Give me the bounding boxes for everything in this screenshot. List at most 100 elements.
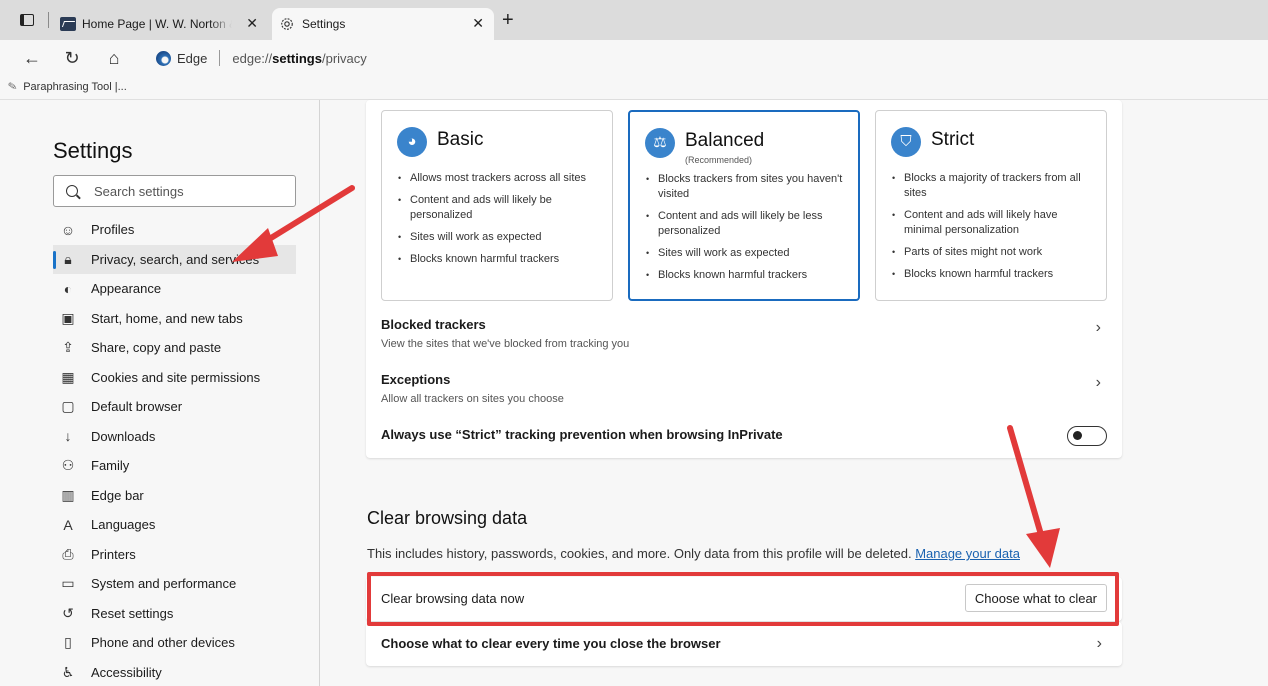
sidebar-item-edge-bar[interactable]: ▥ Edge bar [53,481,296,511]
row-title: Exceptions [381,372,451,387]
choose-what-to-clear-button[interactable]: Choose what to clear [964,584,1107,612]
sidebar-item-appearance[interactable]: ◐ Appearance [53,274,296,304]
sidebar-item-label: Privacy, search, and services [91,251,260,267]
chevron-right-icon: › [1095,374,1101,391]
back-icon[interactable]: ← [22,48,42,68]
profile-icon: ☺ [60,221,76,238]
sidebar-item-profiles[interactable]: ☺ Profiles [53,215,296,245]
close-tab-icon[interactable]: ✕ [246,16,258,30]
exceptions-row[interactable]: Exceptions Allow all trackers on sites y… [381,372,1107,405]
sidebar-item-languages[interactable]: A Languages [53,510,296,540]
laptop-icon: ▭ [61,575,75,592]
level-bullets: Blocks a majority of trackers from all s… [890,171,1095,289]
sidebar-item-cookies-and-site-permissions[interactable]: ▦ Cookies and site permissions [53,363,296,393]
download-icon: ↓ [64,428,72,445]
bullet: Content and ads will likely be less pers… [644,209,849,239]
share-icon: ⇪ [62,339,74,356]
edge-logo-icon [156,50,171,66]
level-bullets: Blocks trackers from sites you haven't v… [644,172,849,290]
manage-your-data-link[interactable]: Manage your data [915,546,1020,561]
sidebar-item-label: Share, copy and paste [91,340,222,356]
sidebar-item-label: Accessibility [91,664,162,680]
main-content: ◕ Basic Allows most trackers across all … [321,100,1268,686]
sidebar-item-accessibility[interactable]: ♿ Accessibility [53,658,296,686]
row-description: View the sites that we've blocked from t… [381,338,630,350]
new-tab-icon[interactable]: + [502,10,514,30]
edge-bar-icon: ▥ [61,486,75,503]
level-bullets: Allows most trackers across all sites Co… [396,171,601,274]
sidebar-item-family[interactable]: ⚇ Family [53,451,296,481]
tab-norton[interactable]: Home Page | W. W. Norton & Co ✕ [58,8,268,40]
level-balanced-card[interactable]: ⚖ Balanced (Recommended) Blocks trackers… [628,110,860,301]
address-label: Edge [177,50,208,66]
home-icon[interactable]: ⌂ [104,48,124,68]
blocked-trackers-row[interactable]: Blocked trackers View the sites that we'… [381,317,1107,350]
sidebar-item-label: Languages [91,517,156,533]
sidebar-item-reset-settings[interactable]: ↺ Reset settings [53,599,296,629]
tab-settings[interactable]: Settings ✕ [272,8,494,40]
accessibility-icon: ♿ [61,663,75,680]
lock-icon: 🔒︎ [64,250,72,267]
tab-strip: Home Page | W. W. Norton & Co ✕ Settings… [0,0,1268,40]
bullet: Allows most trackers across all sites [396,171,601,186]
sidebar-item-printers[interactable]: ⎙ Printers [53,540,296,570]
level-name: Balanced [685,130,765,151]
sidebar-item-label: Reset settings [91,605,174,621]
sidebar-item-system-and-performance[interactable]: ▭ System and performance [53,569,296,599]
tab-divider [48,12,49,28]
printer-icon: ⎙ [62,545,74,562]
languages-icon: A [63,516,73,533]
close-tab-icon[interactable]: ✕ [472,16,484,30]
search-icon [66,185,78,197]
sidebar-item-phone-and-other-devices[interactable]: ▯ Phone and other devices [53,628,296,658]
palette-icon: ◐ [63,280,73,297]
row-title: Always use “Strict” tracking prevention … [381,427,783,442]
pencil-icon: ✎ [7,80,19,94]
tab-actions-icon[interactable] [20,14,34,26]
address-bar[interactable]: Edge edge://settings/privacy [146,45,1256,71]
address-url[interactable]: edge://settings/privacy [232,51,366,66]
reset-icon: ↺ [62,604,74,621]
bullet: Blocks known harmful trackers [890,267,1095,282]
sidebar-item-privacy-search-and-services[interactable]: 🔒︎ Privacy, search, and services [53,244,296,274]
row-title: Blocked trackers [381,317,486,332]
level-name: Basic [437,129,484,150]
sidebar-item-share-copy-and-paste[interactable]: ⇪ Share, copy and paste [53,333,296,363]
settings-nav: ☺ Profiles 🔒︎ Privacy, search, and services… [53,215,296,686]
clear-on-close-row[interactable]: Choose what to clear every time you clos… [366,622,1122,666]
chevron-right-icon: › [1095,319,1101,336]
level-basic-card[interactable]: ◕ Basic Allows most trackers across all … [381,110,613,301]
sidebar-item-default-browser[interactable]: ▢ Default browser [53,392,296,422]
refresh-icon[interactable]: ↻ [62,48,82,68]
bullet: Sites will work as expected [644,246,849,261]
tab-title: Home Page | W. W. Norton & Co [82,17,232,31]
level-strict-card[interactable]: ⛉ Strict Blocks a majority of trackers f… [875,110,1107,301]
search-settings-input[interactable]: Search settings [53,175,296,207]
row-label: Choose what to clear every time you clos… [381,636,721,651]
browser-icon: ▢ [61,398,75,415]
cookies-icon: ▦ [61,368,75,385]
row-description: Allow all trackers on sites you choose [381,393,564,405]
sidebar-item-label: Printers [91,546,136,562]
sidebar-item-label: Start, home, and new tabs [91,310,243,326]
address-divider [219,50,221,66]
level-recommended: (Recommended) [685,155,753,165]
norton-favicon-icon [60,17,76,31]
row-label: Clear browsing data now [381,591,525,606]
settings-title: Settings [53,138,133,163]
favorite-paraphrasing-tool[interactable]: ✎ Paraphrasing Tool |... [7,80,127,94]
sidebar-item-label: Downloads [91,428,156,444]
gear-icon [281,18,293,30]
chevron-right-icon: › [1096,635,1102,652]
bullet: Sites will work as expected [396,230,601,245]
favorite-label: Paraphrasing Tool |... [23,80,127,93]
bullet: Content and ads will likely have minimal… [890,208,1095,238]
sidebar-item-downloads[interactable]: ↓ Downloads [53,422,296,452]
tracking-prevention-card: ◕ Basic Allows most trackers across all … [366,100,1122,458]
inprivate-strict-row: Always use “Strict” tracking prevention … [381,426,1107,446]
favorites-bar: ✎ Paraphrasing Tool |... [0,76,1268,100]
inprivate-strict-toggle[interactable] [1067,426,1107,446]
sidebar-item-start-home-and-new-tabs[interactable]: ▣ Start, home, and new tabs [53,304,296,334]
clear-browsing-data-description: This includes history, passwords, cookie… [367,546,1020,561]
sidebar-item-label: System and performance [91,576,237,592]
